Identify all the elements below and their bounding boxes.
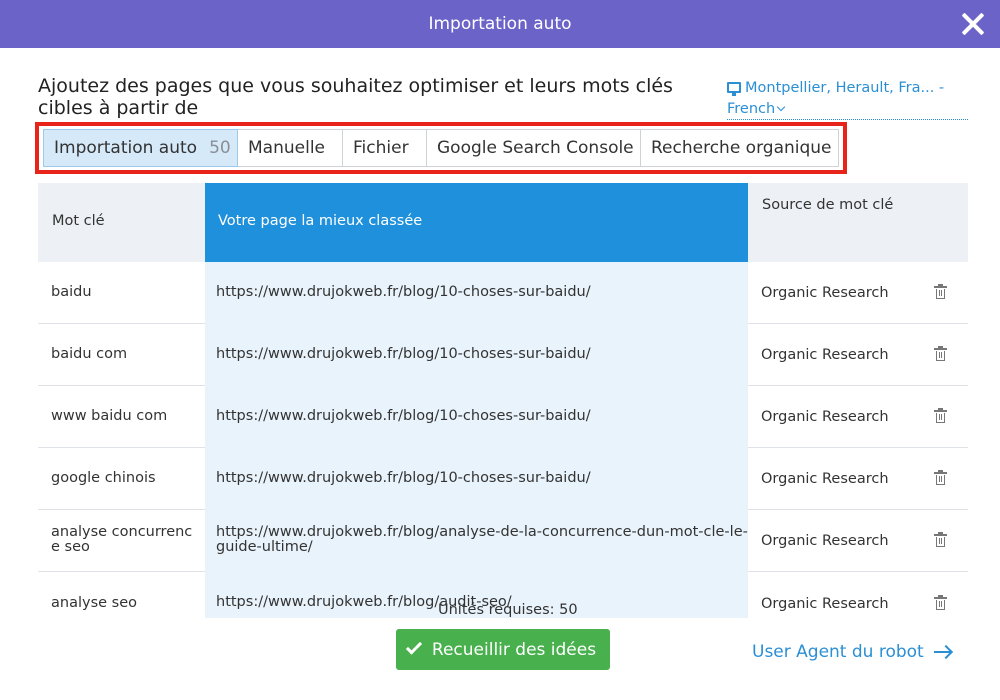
tab-label: Recherche organique — [651, 138, 832, 158]
tab-label: Manuelle — [248, 138, 325, 158]
chevron-down-icon — [776, 102, 786, 112]
import-tabs: Importation auto 50 Manuelle Fichier Goo… — [43, 129, 839, 167]
tab-label: Fichier — [353, 138, 409, 158]
tab-manuelle[interactable]: Manuelle — [238, 129, 343, 167]
table-row: google chinois https://www.drujokweb.fr/… — [38, 448, 968, 510]
trash-icon[interactable] — [934, 532, 947, 547]
trash-icon[interactable] — [934, 595, 947, 610]
page-url-cell: https://www.drujokweb.fr/blog/10-choses-… — [205, 324, 748, 386]
user-agent-label: User Agent du robot — [752, 642, 924, 662]
table-row: www baidu com https://www.drujokweb.fr/b… — [38, 386, 968, 448]
table-row: baidu com https://www.drujokweb.fr/blog/… — [38, 324, 968, 386]
check-icon — [405, 638, 423, 655]
tab-label: Importation auto — [54, 138, 198, 158]
table-row: baidu https://www.drujokweb.fr/blog/10-c… — [38, 262, 968, 324]
close-icon[interactable] — [960, 11, 986, 37]
tab-importation-auto[interactable]: Importation auto 50 — [43, 129, 238, 167]
keyword-cell: analyse concurrenc e seo — [51, 524, 193, 555]
page-url-cell: https://www.drujokweb.fr/blog/10-choses-… — [205, 386, 748, 448]
source-cell: Organic Research — [761, 285, 889, 301]
keyword-cell: google chinois — [51, 470, 156, 486]
keywords-table: Mot clé Votre page la mieux classée Sour… — [38, 183, 968, 618]
source-cell: Organic Research — [761, 533, 889, 549]
collect-ideas-label: Recueillir des idées — [431, 639, 597, 660]
page-url-cell: https://www.drujokweb.fr/blog/analyse-de… — [205, 510, 748, 572]
tab-count-badge: 50 — [209, 138, 231, 158]
user-agent-link[interactable]: User Agent du robot — [752, 642, 952, 662]
trash-icon[interactable] — [934, 346, 947, 361]
keyword-cell: www baidu com — [51, 408, 168, 424]
dialog-title: Importation auto — [428, 14, 572, 34]
tab-recherche-organique[interactable]: Recherche organique — [641, 129, 839, 167]
language-label: French — [727, 101, 776, 117]
source-cell: Organic Research — [761, 347, 889, 363]
source-cell: Organic Research — [761, 471, 889, 487]
units-required-text: Unités requises: 50 — [438, 602, 578, 618]
location-selector[interactable]: Montpellier, Herault, Fra... - French — [727, 78, 968, 120]
column-header-page: Votre page la mieux classée — [205, 183, 748, 262]
keyword-cell: analyse seo — [51, 595, 138, 611]
trash-icon[interactable] — [934, 408, 947, 423]
collect-ideas-button[interactable]: Recueillir des idées — [396, 629, 610, 670]
arrow-right-icon — [933, 645, 952, 659]
tab-label: Google Search Console — [437, 138, 634, 158]
tab-google-search-console[interactable]: Google Search Console — [427, 129, 641, 167]
page-url-cell: https://www.drujokweb.fr/blog/10-choses-… — [205, 262, 748, 324]
table-header: Mot clé Votre page la mieux classée Sour… — [38, 183, 968, 262]
source-cell: Organic Research — [761, 596, 889, 612]
tab-fichier[interactable]: Fichier — [343, 129, 427, 167]
page-heading: Ajoutez des pages que vous souhaitez opt… — [38, 75, 673, 119]
dialog-titlebar: Importation auto — [0, 0, 1000, 48]
desktop-icon — [727, 82, 741, 96]
column-header-keyword: Mot clé — [52, 213, 105, 229]
trash-icon[interactable] — [934, 284, 947, 299]
source-cell: Organic Research — [761, 409, 889, 425]
keyword-cell: baidu — [51, 284, 92, 300]
table-row: analyse concurrenc e seo https://www.dru… — [38, 510, 968, 572]
page-url-cell: https://www.drujokweb.fr/blog/10-choses-… — [205, 448, 748, 510]
trash-icon[interactable] — [934, 470, 947, 485]
keyword-cell: baidu com — [51, 346, 128, 362]
location-label: Montpellier, Herault, Fra... - — [745, 80, 945, 96]
column-header-source: Source de mot clé — [762, 197, 894, 213]
